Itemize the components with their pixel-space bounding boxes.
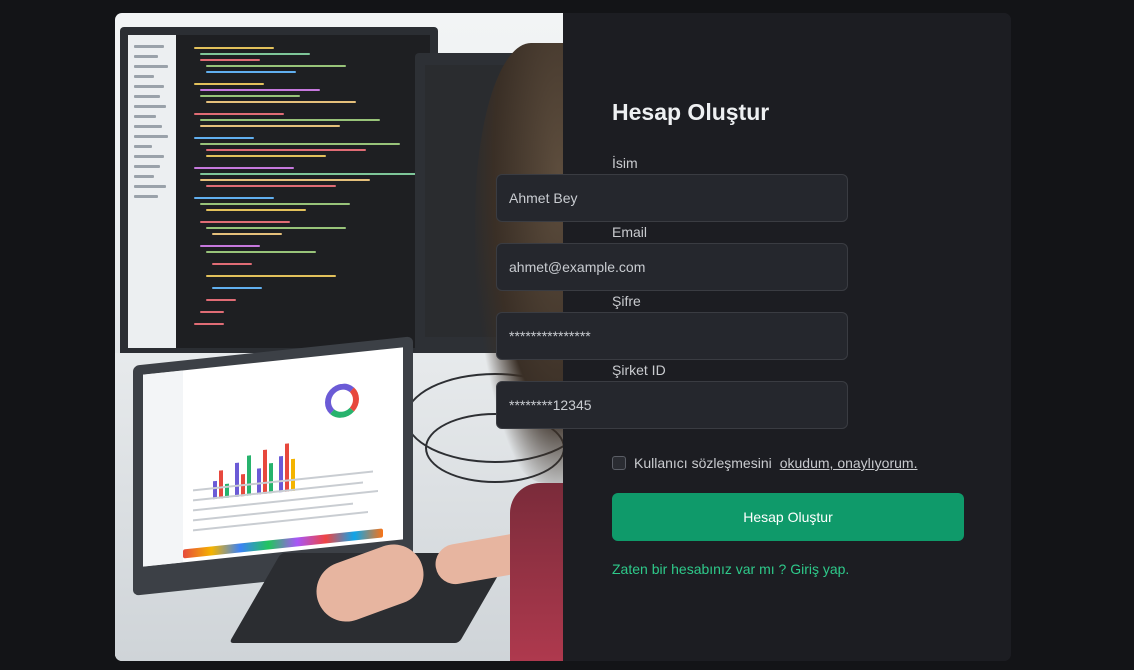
terms-row: Kullanıcı sözleşmesini okudum, onaylıyor…: [612, 455, 917, 471]
email-input[interactable]: [496, 243, 848, 291]
password-label: Şifre: [612, 293, 641, 309]
form-title: Hesap Oluştur: [612, 99, 770, 125]
create-account-button[interactable]: Hesap Oluştur: [612, 493, 964, 541]
code-lines: [184, 43, 424, 342]
file-tree: [128, 35, 176, 348]
password-input[interactable]: [496, 312, 848, 360]
code-editor-screen: [128, 35, 430, 348]
laptop-dashboard-screen: [143, 347, 403, 567]
company-id-input[interactable]: [496, 381, 848, 429]
terms-text: Kullanıcı sözleşmesini: [634, 455, 772, 471]
name-label: İsim: [612, 155, 638, 171]
company-id-label: Şirket ID: [612, 362, 666, 378]
terms-checkbox[interactable]: [612, 456, 626, 470]
terms-link[interactable]: okudum, onaylıyorum.: [780, 455, 918, 471]
signin-link[interactable]: Zaten bir hesabınız var mı ? Giriş yap.: [612, 561, 849, 577]
email-label: Email: [612, 224, 648, 240]
name-input[interactable]: [496, 174, 848, 222]
person-shirt: [510, 483, 563, 661]
monitor-left: [120, 27, 438, 362]
